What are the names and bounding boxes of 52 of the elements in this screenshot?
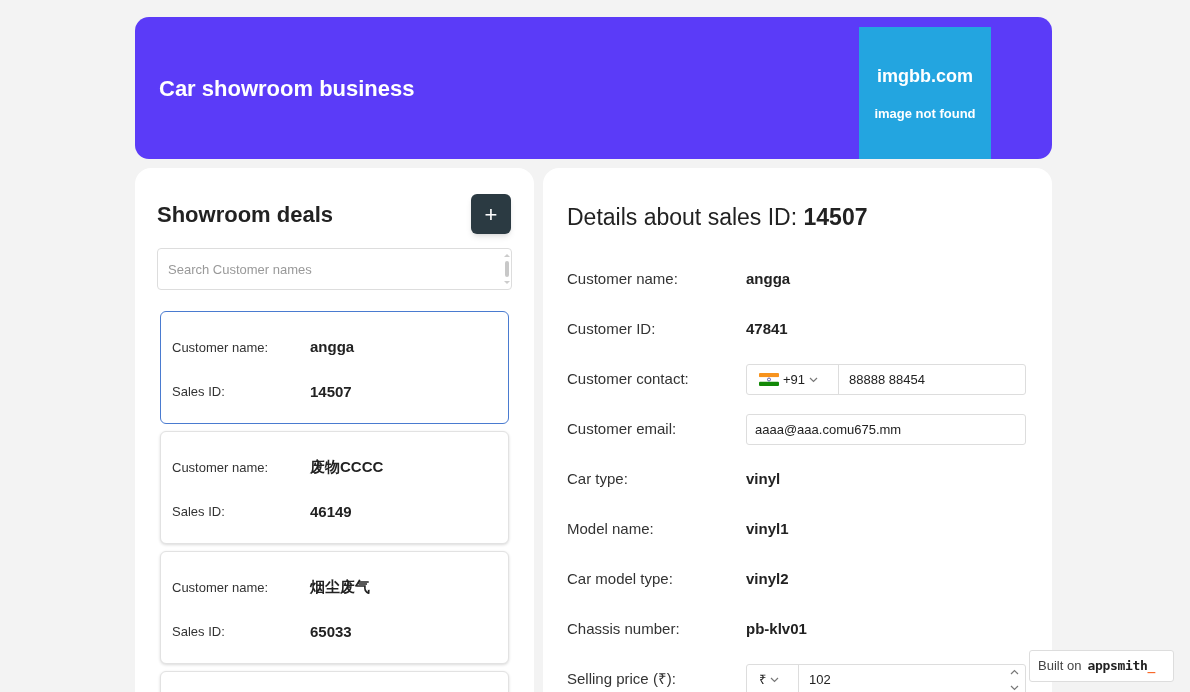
field-label: Chassis number: — [567, 619, 681, 640]
brand-name: appsmith_ — [1087, 657, 1155, 676]
deal-card[interactable]: Customer name: angga Sales ID: 14507 — [160, 311, 509, 424]
field-label: Selling price (₹): — [567, 669, 678, 690]
field-label: Sales ID: — [172, 383, 226, 401]
sales-id-value: 65033 — [310, 621, 352, 642]
price-input[interactable]: 102 — [799, 669, 1010, 690]
scroll-arrows-icon — [503, 252, 511, 286]
field-label: Customer name: — [172, 578, 270, 597]
field-value: vinyl1 — [746, 519, 789, 540]
country-code-dropdown[interactable]: +91 — [747, 365, 839, 394]
field-label: Customer name: — [172, 338, 270, 357]
flag-icon — [759, 373, 779, 386]
chevron-down-icon — [809, 376, 819, 383]
built-on-badge[interactable]: Built on appsmith_ — [1029, 650, 1174, 682]
deal-card[interactable]: Customer name: 烟尘废气 Sales ID: 65033 — [160, 551, 509, 664]
field-label: Customer email: — [567, 419, 678, 440]
field-value: 47841 — [746, 319, 788, 340]
field-label: Car model type: — [567, 569, 674, 590]
stepper-icon — [1010, 668, 1019, 691]
customer-name-value: angga — [310, 337, 355, 357]
email-field[interactable]: aaaa@aaa.comu675.mm — [746, 414, 1026, 445]
field-label: Sales ID: — [172, 623, 226, 641]
add-button[interactable]: + — [471, 194, 511, 234]
badge-label: Built on — [1038, 657, 1082, 676]
customer-name-value: 烟尘废气 — [310, 577, 370, 597]
price-field[interactable]: ₹ 102 — [746, 664, 1026, 692]
field-value: vinyl — [746, 469, 781, 490]
sales-id-value: 14507 — [310, 381, 352, 402]
deal-card[interactable]: Customer name: 废物CCCC Sales ID: 46149 — [160, 431, 509, 544]
phone-number-input[interactable]: 88888 88454 — [839, 369, 1025, 390]
field-label: Customer name: — [172, 458, 270, 477]
app-title: Car showroom business — [159, 74, 415, 103]
field-label: Customer name: — [567, 269, 679, 290]
sales-id-value: 46149 — [310, 501, 352, 522]
field-label: Car type: — [567, 469, 629, 490]
placeholder-subtitle: image not found — [874, 104, 976, 123]
field-label: Sales ID: — [172, 503, 226, 521]
phone-field[interactable]: +91 88888 88454 — [746, 364, 1026, 395]
currency-dropdown[interactable]: ₹ — [747, 665, 799, 692]
field-label: Customer contact: — [567, 369, 690, 390]
details-title: Details about sales ID: 14507 — [567, 203, 869, 232]
field-label: Model name: — [567, 519, 655, 540]
field-label: Customer ID: — [567, 319, 657, 340]
chevron-down-icon — [770, 676, 779, 683]
customer-name-value: 废物CCCC — [310, 457, 384, 477]
field-value: angga — [746, 269, 791, 290]
panel-title: Showroom deals — [157, 200, 334, 229]
search-field[interactable]: Search Customer names — [157, 248, 512, 290]
placeholder-title: imgbb.com — [877, 64, 973, 88]
field-value: pb-klv01 — [746, 619, 807, 640]
field-value: vinyl2 — [746, 569, 789, 590]
